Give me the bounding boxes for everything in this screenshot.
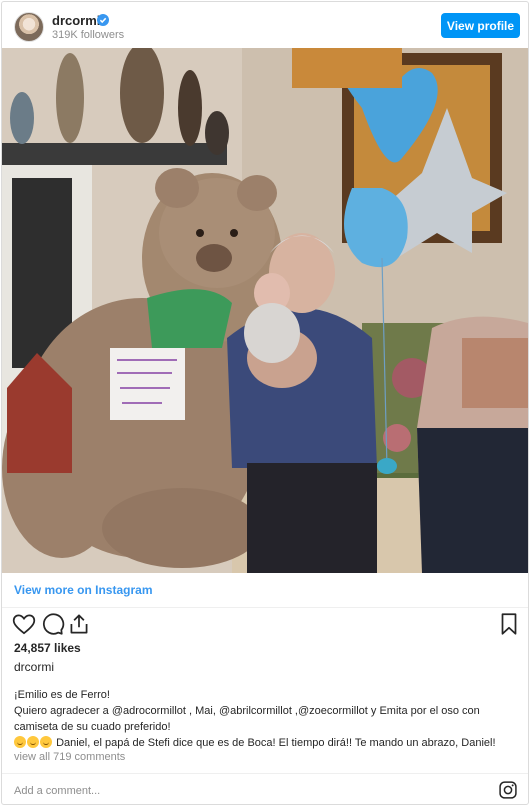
caption-line-text: Daniel, el papá de Stefi dice que es de … [56,737,496,749]
emoji-icon [40,736,52,748]
bookmark-icon[interactable] [496,611,522,637]
emoji-icon [27,736,39,748]
add-comment-bar: Add a comment... [2,773,528,804]
emoji-icon [14,736,26,748]
comment-icon[interactable] [39,611,65,637]
view-more-link[interactable]: View more on Instagram [14,583,153,597]
caption-line: Quiero agradecer a @adrocormillot , Mai,… [14,705,480,733]
username[interactable]: drcormi [52,13,100,28]
view-comments-link[interactable]: view all 719 comments [14,751,125,763]
heart-icon[interactable] [11,611,37,637]
view-more-bar: View more on Instagram [2,573,528,608]
follower-count: 319K followers [52,29,125,41]
avatar[interactable] [14,12,44,42]
like-count[interactable]: 24,857 likes [14,641,81,655]
verified-badge-icon [97,14,109,26]
share-icon[interactable] [66,611,92,637]
post-header: drcormi 319K followers View profile [2,2,528,48]
add-comment-input[interactable]: Add a comment... [14,785,100,797]
post-owner-username[interactable]: drcormi [14,660,54,674]
action-bar [2,611,528,641]
instagram-icon[interactable] [498,780,518,800]
instagram-embed-card: drcormi 319K followers View profile View… [1,1,529,805]
post-caption: ¡Emilio es de Ferro! Quiero agradecer a … [14,687,518,751]
view-profile-button[interactable]: View profile [441,13,520,38]
caption-line: Daniel, el papá de Stefi dice que es de … [14,735,518,751]
post-photo[interactable] [2,48,528,573]
caption-line: ¡Emilio es de Ferro! [14,689,110,701]
